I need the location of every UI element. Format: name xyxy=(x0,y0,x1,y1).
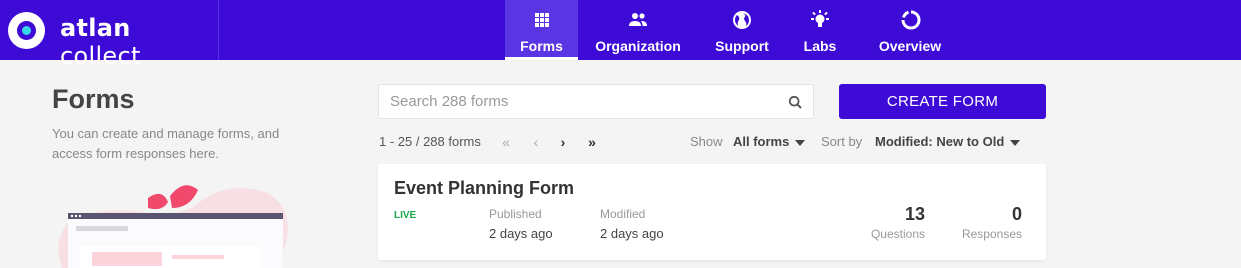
create-form-button[interactable]: CREATE FORM xyxy=(839,84,1046,119)
chevron-down-icon xyxy=(795,139,806,146)
nav-label: Labs xyxy=(803,38,837,54)
globe-icon xyxy=(733,11,751,29)
nav-item-labs[interactable]: Labs xyxy=(786,0,854,60)
nav-label: Support xyxy=(715,38,769,54)
pagination-range: 1 - 25 / 288 forms xyxy=(379,134,481,149)
nav-label: Overview xyxy=(878,38,942,54)
ring-chart-icon xyxy=(901,10,921,30)
previous-page-icon[interactable]: ‹ xyxy=(527,133,545,151)
status-badge: LIVE xyxy=(394,210,417,221)
form-title: Event Planning Form xyxy=(394,178,575,198)
nav-item-organization[interactable]: Organization xyxy=(578,0,698,60)
search-icon[interactable] xyxy=(788,95,803,110)
published-label: Published xyxy=(489,207,542,221)
last-page-icon[interactable]: » xyxy=(583,133,601,151)
nav-item-overview[interactable]: Overview xyxy=(854,0,966,60)
nav-label: Organization xyxy=(595,38,681,54)
next-page-icon[interactable]: › xyxy=(554,133,572,151)
brand[interactable]: atlan collect xyxy=(0,0,219,70)
form-card[interactable]: Event Planning Form LIVE Published 2 day… xyxy=(378,164,1046,260)
people-icon xyxy=(629,13,647,26)
top-navigation-bar: atlan collect Forms Organization Support… xyxy=(0,0,1241,70)
search-input[interactable] xyxy=(379,85,779,118)
page-title: Forms xyxy=(52,84,135,114)
atlan-logo-icon xyxy=(8,12,45,49)
nav-item-support[interactable]: Support xyxy=(698,0,786,60)
nav-item-forms[interactable]: Forms xyxy=(505,0,578,60)
sort-label: Sort by xyxy=(821,134,863,149)
search-box xyxy=(378,84,814,119)
main-nav: Forms Organization Support Labs Overview xyxy=(505,0,966,60)
responses-label: Responses xyxy=(961,227,1022,241)
nav-label: Forms xyxy=(520,38,563,54)
chevron-down-icon xyxy=(1010,139,1021,146)
show-filter-label: Show xyxy=(690,134,723,149)
forms-illustration xyxy=(58,185,288,268)
responses-count: 0 xyxy=(1011,204,1022,224)
page-description: You can create and manage forms, and acc… xyxy=(52,126,280,161)
modified-value: 2 days ago xyxy=(600,226,664,241)
brand-name: atlan collect xyxy=(60,14,141,70)
modified-label: Modified xyxy=(600,207,646,221)
questions-count: 13 xyxy=(904,204,925,224)
published-value: 2 days ago xyxy=(489,226,553,241)
questions-label: Questions xyxy=(870,227,925,241)
lightbulb-icon xyxy=(811,10,829,27)
grid-icon xyxy=(534,13,549,27)
first-page-icon[interactable]: « xyxy=(497,133,515,151)
show-filter-dropdown[interactable]: All forms xyxy=(733,134,806,149)
sort-dropdown[interactable]: Modified: New to Old xyxy=(875,134,1021,149)
